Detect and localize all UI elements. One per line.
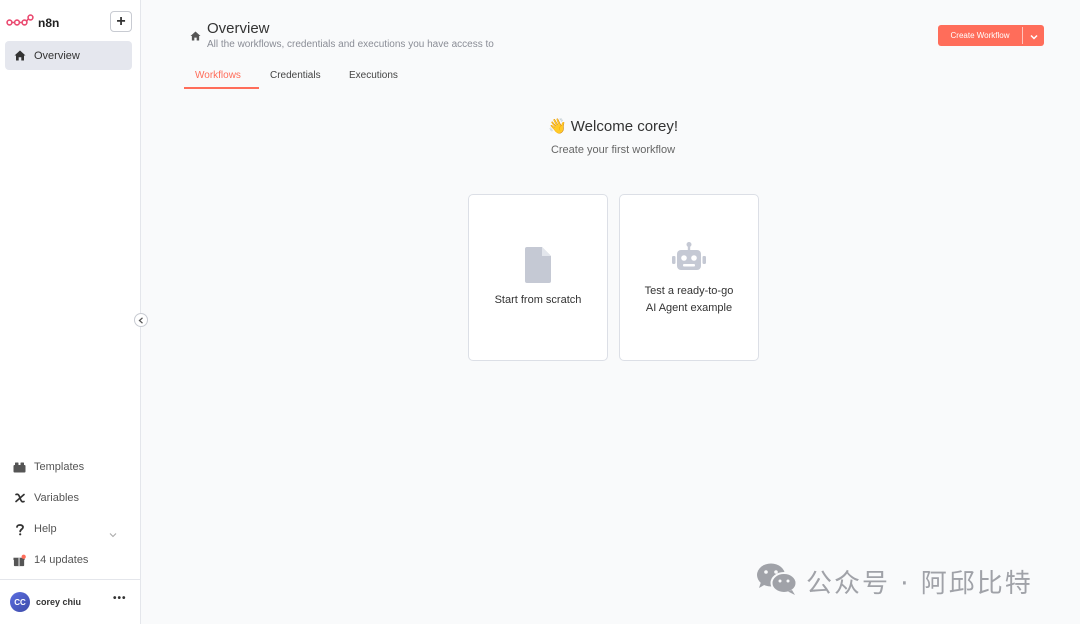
sidebar-item-overview[interactable]: Overview	[5, 41, 132, 70]
sidebar-item-templates[interactable]: Templates	[0, 455, 141, 479]
help-icon	[13, 523, 26, 536]
user-profile[interactable]: CC corey chiu •••	[0, 579, 141, 624]
sidebar-item-label: Variables	[34, 492, 80, 504]
gift-icon	[13, 554, 26, 567]
n8n-logo-icon	[6, 13, 34, 33]
chevron-left-icon	[138, 311, 144, 329]
brand-name: n8n	[38, 16, 60, 30]
create-workflow-dropdown-button[interactable]	[1023, 25, 1044, 46]
user-menu-button[interactable]: •••	[113, 593, 127, 604]
wechat-icon	[756, 562, 798, 601]
sidebar-item-label: 14 updates	[34, 554, 89, 566]
card-label: Start from scratch	[494, 294, 582, 306]
page-title: Overview	[207, 20, 270, 37]
sidebar-item-label: Help	[34, 523, 57, 535]
create-workflow-button[interactable]: Create Workflow	[938, 25, 1022, 46]
sidebar-item-updates[interactable]: 14 updates	[0, 548, 141, 572]
waving-hand-icon: 👋	[547, 118, 567, 135]
sidebar-item-variables[interactable]: Variables	[0, 486, 141, 510]
active-tab-indicator	[184, 87, 259, 89]
card-label-line-2: AI Agent example	[645, 302, 733, 314]
home-icon	[13, 49, 26, 62]
chevron-down-icon	[109, 525, 117, 543]
tab-workflows[interactable]: Workflows	[195, 70, 241, 81]
chevron-down-icon	[1029, 27, 1038, 45]
ai-agent-example-card[interactable]: Test a ready-to-go AI Agent example	[619, 194, 759, 361]
start-from-scratch-card[interactable]: Start from scratch	[468, 194, 608, 361]
add-button[interactable]: +	[110, 11, 132, 32]
welcome-subtitle: Create your first workflow	[550, 144, 676, 156]
card-label: Test a ready-to-go AI Agent example	[620, 283, 758, 317]
robot-icon	[620, 242, 758, 272]
user-name: corey chiu	[36, 597, 82, 607]
watermark: 公众号 · 阿邱比特	[756, 562, 1033, 601]
page-subtitle: All the workflows, credentials and execu…	[207, 39, 494, 50]
tab-executions[interactable]: Executions	[349, 70, 398, 81]
tab-credentials[interactable]: Credentials	[270, 70, 321, 81]
sidebar: n8n + Overview Templates Variables Help	[0, 0, 148, 624]
watermark-text: 公众号 · 阿邱比特	[806, 569, 1033, 599]
avatar: CC	[10, 592, 30, 612]
sidebar-item-help[interactable]: Help	[0, 517, 141, 541]
home-icon	[190, 28, 201, 46]
sidebar-item-label: Overview	[34, 49, 80, 62]
welcome-heading: 👋 Welcome corey!	[450, 117, 776, 135]
templates-icon	[13, 461, 26, 474]
card-label-line-1: Test a ready-to-go	[644, 285, 734, 297]
collapse-sidebar-button[interactable]	[134, 313, 148, 327]
brand-logo[interactable]: n8n	[6, 12, 59, 34]
file-icon	[469, 247, 607, 283]
create-workflow-button-group: Create Workflow	[938, 25, 1044, 46]
welcome-title: Welcome corey!	[570, 118, 679, 135]
sidebar-item-label: Templates	[34, 461, 85, 473]
variables-icon	[13, 492, 26, 505]
